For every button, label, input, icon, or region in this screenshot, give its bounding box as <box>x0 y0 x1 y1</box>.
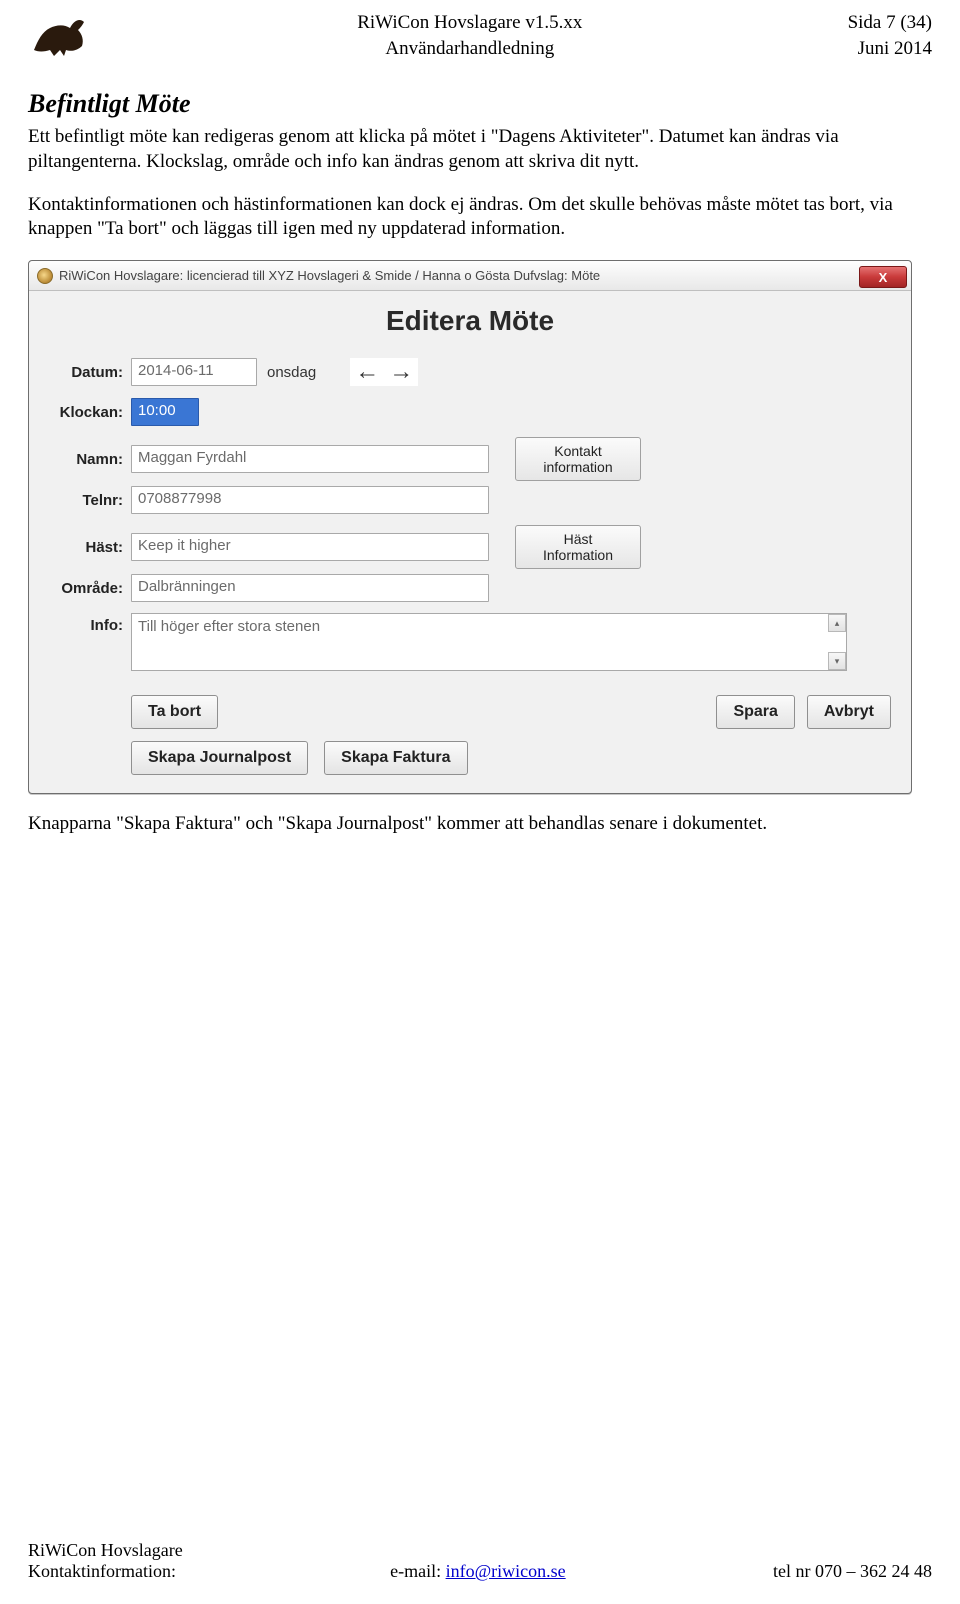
document-header: RiWiCon Hovslagare v1.5.xx Användarhandl… <box>28 10 932 61</box>
row-hast: Häst: Keep it higher Häst Information <box>49 525 891 569</box>
input-klockan[interactable]: 10:00 <box>131 398 199 426</box>
paragraph-2: Kontaktinformationen och hästinformation… <box>28 193 932 242</box>
row-telnr: Telnr: 0708877998 <box>49 485 891 515</box>
window-title: RiWiCon Hovslagare: licencierad till XYZ… <box>59 268 600 283</box>
label-telnr: Telnr: <box>49 492 131 509</box>
footer-right: tel nr 070 – 362 24 48 <box>773 1561 932 1582</box>
header-title: RiWiCon Hovslagare v1.5.xx <box>92 10 848 36</box>
dialog-body: Editera Möte Datum: 2014-06-11 onsdag ← … <box>29 291 911 793</box>
scroll-down-icon[interactable]: ▾ <box>828 652 846 670</box>
row-omrade: Område: Dalbränningen <box>49 573 891 603</box>
label-namn: Namn: <box>49 451 131 468</box>
document-date: Juni 2014 <box>848 36 932 62</box>
date-next-button[interactable]: → <box>384 358 418 386</box>
spara-button[interactable]: Spara <box>716 695 794 729</box>
row-info: Info: Till höger efter stora stenen ▴ ▾ <box>49 613 891 671</box>
label-klockan: Klockan: <box>49 404 131 421</box>
footer-left-2: Kontaktinformation: <box>28 1561 183 1582</box>
header-subtitle: Användarhandledning <box>92 36 848 62</box>
weekday-label: onsdag <box>257 364 330 381</box>
footer-center: e-mail: info@riwicon.se <box>390 1561 566 1582</box>
arrow-right-icon: → <box>389 358 413 386</box>
avbryt-button[interactable]: Avbryt <box>807 695 891 729</box>
label-omrade: Område: <box>49 580 131 597</box>
row-klockan: Klockan: 10:00 <box>49 397 891 427</box>
label-info: Info: <box>49 613 131 634</box>
input-omrade[interactable]: Dalbränningen <box>131 574 489 602</box>
row-datum: Datum: 2014-06-11 onsdag ← → <box>49 357 891 387</box>
input-hast[interactable]: Keep it higher <box>131 533 489 561</box>
dialog-title: Editera Möte <box>49 305 891 337</box>
page-number: Sida 7 (34) <box>848 10 932 36</box>
document-footer: RiWiCon Hovslagare Kontaktinformation: e… <box>28 1540 932 1582</box>
footer-left: RiWiCon Hovslagare Kontaktinformation: <box>28 1540 183 1582</box>
scroll-up-icon[interactable]: ▴ <box>828 614 846 632</box>
footer-email-prefix: e-mail: <box>390 1561 445 1581</box>
titlebar-left: RiWiCon Hovslagare: licencierad till XYZ… <box>37 268 600 284</box>
label-datum: Datum: <box>49 364 131 381</box>
close-button[interactable]: X <box>859 266 907 288</box>
info-textarea-wrap: Till höger efter stora stenen ▴ ▾ <box>131 613 847 671</box>
footer-email-link[interactable]: info@riwicon.se <box>446 1561 566 1581</box>
paragraph-3: Knapparna "Skapa Faktura" och "Skapa Jou… <box>28 812 932 837</box>
paragraph-1: Ett befintligt möte kan redigeras genom … <box>28 125 932 174</box>
arrow-left-icon: ← <box>355 358 379 386</box>
date-prev-button[interactable]: ← <box>350 358 384 386</box>
section-title: Befintligt Möte <box>28 89 932 119</box>
button-row-1: Ta bort Spara Avbryt <box>49 695 891 729</box>
footer-left-1: RiWiCon Hovslagare <box>28 1540 183 1561</box>
row-namn: Namn: Maggan Fyrdahl Kontakt information <box>49 437 891 481</box>
ta-bort-button[interactable]: Ta bort <box>131 695 218 729</box>
header-right: Sida 7 (34) Juni 2014 <box>848 10 932 61</box>
header-center: RiWiCon Hovslagare v1.5.xx Användarhandl… <box>92 10 848 61</box>
close-icon: X <box>879 270 888 285</box>
titlebar: RiWiCon Hovslagare: licencierad till XYZ… <box>29 261 911 291</box>
input-telnr[interactable]: 0708877998 <box>131 486 489 514</box>
input-info[interactable]: Till höger efter stora stenen <box>131 613 847 671</box>
kontakt-information-button[interactable]: Kontakt information <box>515 437 641 481</box>
button-row-2: Skapa Journalpost Skapa Faktura <box>49 741 891 775</box>
hast-information-button[interactable]: Häst Information <box>515 525 641 569</box>
logo-horse-icon <box>28 10 92 60</box>
skapa-faktura-button[interactable]: Skapa Faktura <box>324 741 467 775</box>
input-namn[interactable]: Maggan Fyrdahl <box>131 445 489 473</box>
button-spacer <box>230 695 704 729</box>
date-arrow-group: ← → <box>350 358 418 386</box>
app-icon <box>37 268 53 284</box>
input-datum[interactable]: 2014-06-11 <box>131 358 257 386</box>
label-hast: Häst: <box>49 539 131 556</box>
app-window: RiWiCon Hovslagare: licencierad till XYZ… <box>28 260 912 794</box>
skapa-journalpost-button[interactable]: Skapa Journalpost <box>131 741 308 775</box>
